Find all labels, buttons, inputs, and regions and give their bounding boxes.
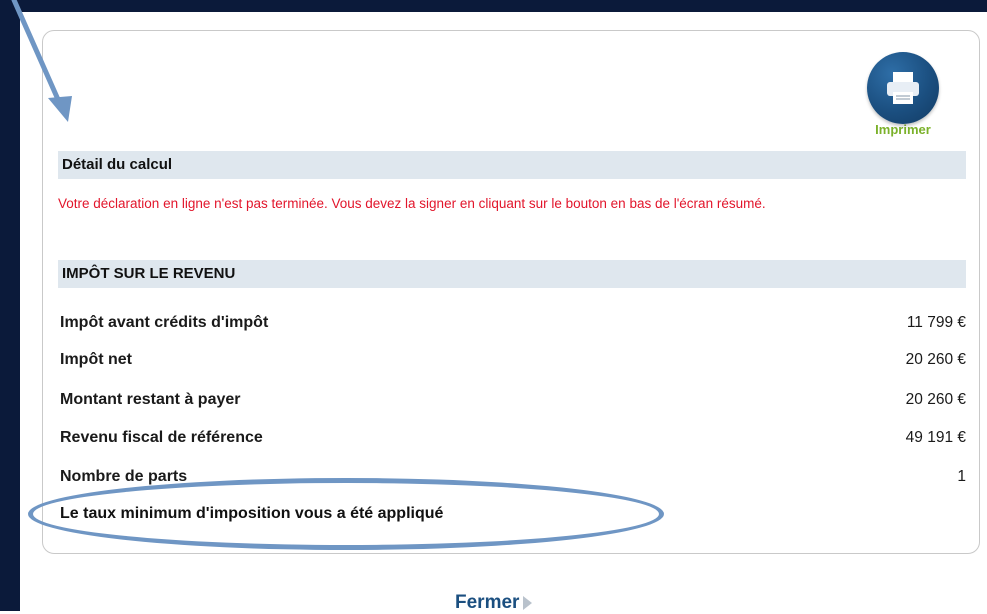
row-label: Revenu fiscal de référence — [60, 429, 263, 446]
section-impot-title: IMPÔT SUR LE REVENU — [58, 260, 966, 288]
printer-icon — [867, 52, 939, 124]
signature-warning: Votre déclaration en ligne n'est pas ter… — [58, 196, 766, 211]
annotation-ellipse — [28, 478, 664, 550]
section-detail-title: Détail du calcul — [58, 151, 966, 179]
row-label: Impôt avant crédits d'impôt — [60, 314, 269, 331]
print-label: Imprimer — [875, 122, 931, 137]
top-dark-band — [0, 0, 987, 12]
row-revenu-fiscal: Revenu fiscal de référence 49 191 € — [58, 424, 966, 452]
close-label: Fermer — [455, 592, 520, 613]
row-impot-net: Impôt net 20 260 € — [58, 346, 966, 374]
row-value: 1 — [957, 468, 966, 485]
row-label: Impôt net — [60, 351, 132, 368]
print-button[interactable]: Imprimer — [858, 52, 948, 144]
row-value: 20 260 € — [905, 351, 966, 368]
row-value: 20 260 € — [905, 391, 966, 408]
row-impot-avant-credits: Impôt avant crédits d'impôt 11 799 € — [58, 309, 966, 337]
row-montant-restant: Montant restant à payer 20 260 € — [58, 386, 966, 414]
annotation-arrow — [11, 0, 72, 122]
chevron-right-icon — [523, 595, 533, 610]
row-value: 49 191 € — [905, 429, 966, 446]
row-value: 11 799 € — [906, 314, 966, 331]
row-label: Montant restant à payer — [60, 391, 241, 408]
